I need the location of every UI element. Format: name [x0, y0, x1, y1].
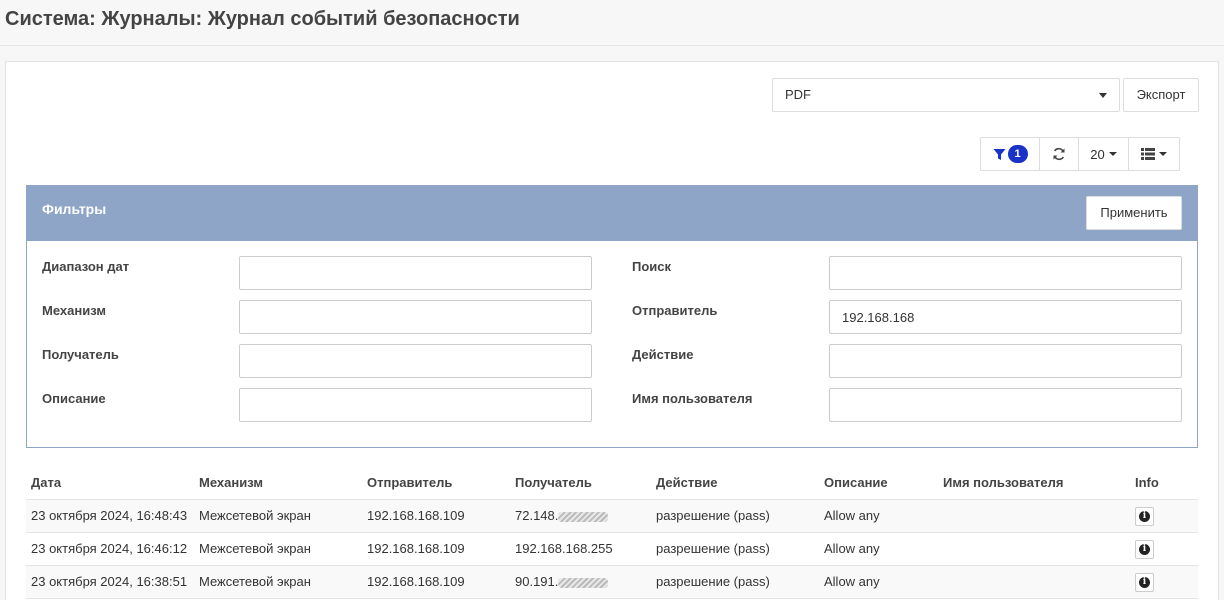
column-header-info[interactable]: Info: [1130, 467, 1198, 500]
redacted-mask: [558, 511, 609, 522]
info-icon: i: [1139, 543, 1150, 555]
recipient-text: 90.191.: [515, 574, 559, 589]
list-columns-icon: [1141, 148, 1155, 160]
filter-toggle-button[interactable]: 1: [981, 138, 1040, 170]
table-row[interactable]: 23 октября 2024, 16:46:12 Межсетевой экр…: [26, 532, 1198, 566]
description-input[interactable]: [239, 388, 592, 422]
cell-mechanism: Межсетевой экран: [194, 499, 362, 533]
cell-action: разрешение (pass): [651, 499, 819, 533]
cell-action: разрешение (pass): [651, 565, 819, 599]
cell-username: [938, 565, 1130, 599]
action-label: Действие: [632, 347, 694, 362]
page-size-dropdown[interactable]: 20: [1079, 138, 1129, 170]
search-label: Поиск: [632, 259, 672, 274]
cell-info: i: [1130, 499, 1198, 533]
filters-panel-header: Фильтры Применить: [27, 186, 1197, 241]
cell-description: Allow any: [819, 499, 938, 533]
page-size-value: 20: [1090, 146, 1105, 162]
sender-input[interactable]: [829, 300, 1182, 334]
columns-dropdown[interactable]: [1129, 138, 1179, 170]
cell-sender: 192.168.168.109: [362, 532, 510, 566]
column-header-sender[interactable]: Отправитель: [362, 467, 510, 500]
cell-mechanism: Межсетевой экран: [194, 532, 362, 566]
export-format-select[interactable]: PDF: [772, 78, 1120, 112]
refresh-button[interactable]: [1040, 138, 1079, 170]
filters-title: Фильтры: [42, 201, 107, 217]
cell-action: разрешение (pass): [651, 532, 819, 566]
column-header-username[interactable]: Имя пользователя: [938, 467, 1130, 500]
column-header-recipient[interactable]: Получатель: [510, 467, 651, 500]
cell-date: 23 октября 2024, 16:38:51: [26, 565, 194, 599]
description-label: Описание: [42, 391, 106, 406]
cell-info: i: [1130, 565, 1198, 599]
recipient-text: 192.168.168.255: [515, 541, 613, 556]
cell-info: i: [1130, 532, 1198, 566]
action-input[interactable]: [829, 344, 1182, 378]
page-title: Система: Журналы: Журнал событий безопас…: [5, 8, 520, 30]
export-format-value: PDF: [785, 87, 811, 102]
chevron-down-icon: [1099, 93, 1107, 98]
page-header: Система: Журналы: Журнал событий безопас…: [0, 0, 1224, 46]
sender-label: Отправитель: [632, 303, 718, 318]
filters-panel: Фильтры Применить Диапазон дат Поиск Мех…: [26, 185, 1198, 448]
recipient-text: 72.148.: [515, 508, 559, 523]
cell-description: Allow any: [819, 565, 938, 599]
caret-down-icon: [1108, 152, 1117, 156]
cell-date: 23 октября 2024, 16:46:12: [26, 532, 194, 566]
cell-username: [938, 532, 1130, 566]
search-input[interactable]: [829, 256, 1182, 290]
date-range-label: Диапазон дат: [42, 259, 130, 274]
column-header-action[interactable]: Действие: [651, 467, 819, 500]
table-row[interactable]: 23 октября 2024, 16:38:51 Межсетевой экр…: [26, 565, 1198, 599]
caret-down-icon: [1159, 152, 1167, 156]
column-header-description[interactable]: Описание: [819, 467, 938, 500]
table-header-row: Дата Механизм Отправитель Получатель Дей…: [26, 467, 1198, 500]
info-icon: i: [1139, 510, 1150, 522]
export-button[interactable]: Экспорт: [1123, 78, 1199, 112]
filter-icon: [993, 148, 1005, 160]
cell-recipient: 192.168.168.255: [510, 532, 651, 566]
cell-recipient: 72.148.: [510, 499, 651, 533]
recipient-input[interactable]: [239, 344, 592, 378]
info-icon: i: [1139, 576, 1150, 588]
cell-mechanism: Межсетевой экран: [194, 565, 362, 599]
table-row[interactable]: 23 октября 2024, 16:48:43 Межсетевой экр…: [26, 499, 1198, 533]
column-header-date[interactable]: Дата: [26, 467, 194, 500]
apply-filters-button[interactable]: Применить: [1086, 196, 1182, 230]
mechanism-label: Механизм: [42, 303, 106, 318]
refresh-icon: [1053, 147, 1065, 161]
filter-count-badge: 1: [1007, 145, 1028, 163]
info-button[interactable]: i: [1135, 506, 1154, 526]
info-button[interactable]: i: [1135, 572, 1154, 592]
username-label: Имя пользователя: [632, 391, 753, 406]
events-table: Дата Механизм Отправитель Получатель Дей…: [26, 467, 1198, 599]
username-input[interactable]: [829, 388, 1182, 422]
column-header-mechanism[interactable]: Механизм: [194, 467, 362, 500]
mechanism-input[interactable]: [239, 300, 592, 334]
table-toolbar: 1 20: [980, 137, 1180, 171]
content-box: PDF Экспорт 1 20 Фильтры Применить Диапа…: [5, 61, 1219, 600]
cell-sender: 192.168.168.109: [362, 499, 510, 533]
redacted-mask: [558, 577, 609, 588]
cell-description: Allow any: [819, 532, 938, 566]
cell-username: [938, 499, 1130, 533]
recipient-label: Получатель: [42, 347, 119, 362]
info-button[interactable]: i: [1135, 539, 1154, 559]
cell-date: 23 октября 2024, 16:48:43: [26, 499, 194, 533]
date-range-input[interactable]: [239, 256, 592, 290]
cell-recipient: 90.191.: [510, 565, 651, 599]
cell-sender: 192.168.168.109: [362, 565, 510, 599]
